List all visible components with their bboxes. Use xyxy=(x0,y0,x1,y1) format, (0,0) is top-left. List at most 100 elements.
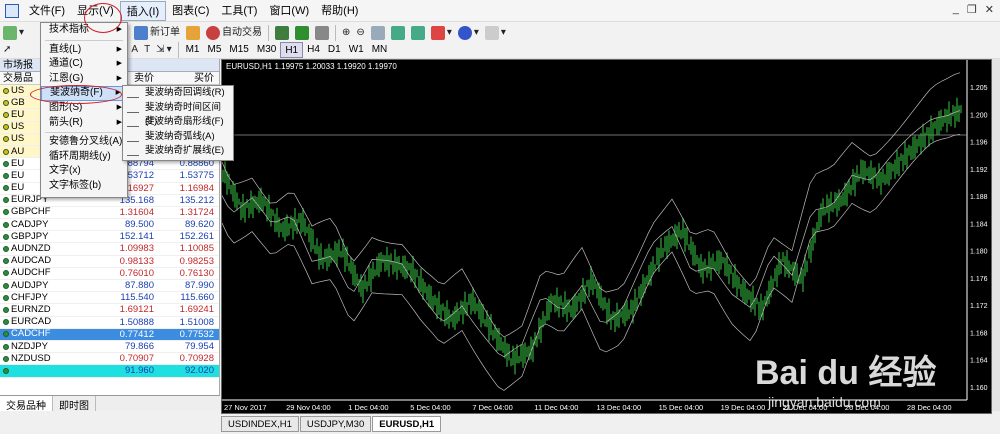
timeframe-d1[interactable]: D1 xyxy=(324,42,345,58)
insert-menu-item[interactable]: 文字标签(b) xyxy=(41,179,127,194)
zoom-in-button[interactable]: ⊕ xyxy=(339,24,353,42)
timeframe-mn[interactable]: MN xyxy=(368,42,392,58)
symbol-text: US xyxy=(11,84,25,96)
timeframe-h4[interactable]: H4 xyxy=(303,42,324,58)
insert-menu-item[interactable]: 通道(C) ▶ xyxy=(41,57,127,72)
market-row[interactable]: AUDCAD 0.98133 0.98253 xyxy=(0,255,219,268)
fib-submenu-item[interactable]: 斐波纳奇回调线(R) xyxy=(123,86,233,101)
chart-tabs: USDINDEX,H1 USDJPY,M30 EURUSD,H1 xyxy=(221,416,442,432)
market-row[interactable]: AUDNZD 1.09983 1.10085 xyxy=(0,243,219,256)
market-row[interactable]: CADJPY 89.500 89.620 xyxy=(0,218,219,232)
chart-tab-usdjpy[interactable]: USDJPY,M30 xyxy=(299,416,372,432)
insert-menu-item[interactable]: 直线(L) ▶ xyxy=(41,43,127,58)
menu-chart[interactable]: 图表(C) xyxy=(166,1,215,21)
menu-tools[interactable]: 工具(T) xyxy=(215,1,263,21)
insert-menu-item[interactable]: 循环周期线(y) xyxy=(41,150,127,165)
market-row-symbol: GBPCHF xyxy=(0,206,96,218)
symbol-status-icon xyxy=(3,221,9,228)
tab-symbols[interactable]: 交易品种 xyxy=(0,396,53,412)
periods-button[interactable]: ▾ xyxy=(455,24,482,42)
symbol-text: CADJPY xyxy=(11,218,49,230)
new-chart-button[interactable]: ▾ xyxy=(0,24,27,42)
market-row[interactable]: NZDJPY 79.866 79.954 xyxy=(0,341,219,354)
menubar: 文件(F) 显示(V) 插入(I) 图表(C) 工具(T) 窗口(W) 帮助(H… xyxy=(0,0,1000,22)
tile-button[interactable] xyxy=(368,24,388,42)
meta-editor-button[interactable] xyxy=(183,24,203,42)
candle-chart-button[interactable] xyxy=(292,24,312,42)
tab-tick-chart[interactable]: 即时图 xyxy=(53,396,96,412)
shift-button[interactable] xyxy=(408,24,428,42)
autoscroll-button[interactable] xyxy=(388,24,408,42)
text-label-button[interactable]: T xyxy=(141,41,153,59)
symbol-status-icon xyxy=(3,319,9,326)
market-row[interactable]: GBPJPY 152.141 152.261 xyxy=(0,231,219,244)
indicators-button[interactable]: ▾ xyxy=(428,24,455,42)
menu-help[interactable]: 帮助(H) xyxy=(315,1,364,21)
symbol-status-icon xyxy=(3,367,9,374)
date-tick-label: 28 Dec 04:00 xyxy=(907,403,952,412)
menu-window[interactable]: 窗口(W) xyxy=(263,1,315,21)
tile-icon xyxy=(370,25,385,40)
market-row-ask: 1.16984 xyxy=(179,182,214,194)
market-row-ask: 1.10085 xyxy=(179,243,214,255)
timeframe-m15[interactable]: M15 xyxy=(225,42,252,58)
symbol-text: GB xyxy=(11,96,25,108)
chart-tab-eurusd[interactable]: EURUSD,H1 xyxy=(372,416,442,432)
price-tick-label: 1.164 xyxy=(970,358,988,365)
text-label: A xyxy=(131,43,139,55)
bar-chart-button[interactable] xyxy=(272,24,292,42)
symbol-status-icon xyxy=(3,282,9,289)
timeframe-m1[interactable]: M1 xyxy=(182,42,204,58)
market-row[interactable]: GBPCHF 1.31604 1.31724 xyxy=(0,206,219,220)
market-row-bid: 115.540 xyxy=(120,292,154,304)
timeframe-m30[interactable]: M30 xyxy=(253,42,280,58)
market-row-bid: 1.31604 xyxy=(119,206,154,218)
symbol-status-icon xyxy=(3,111,9,118)
minimize-icon[interactable]: _ xyxy=(953,3,959,16)
auto-trade-button[interactable]: 自动交易 xyxy=(203,24,265,42)
market-row[interactable]: CADCHF 0.77412 0.77532 xyxy=(0,328,219,341)
close-icon[interactable]: ✕ xyxy=(985,3,994,16)
market-row-symbol: NZDUSD xyxy=(0,353,96,364)
market-row[interactable]: AUDCHF 0.76010 0.76130 xyxy=(0,267,219,280)
templates-button[interactable]: ▾ xyxy=(482,24,509,42)
insert-menu-item[interactable]: 文字(x) xyxy=(41,164,127,179)
fib-submenu-item[interactable]: 斐波纳奇弧线(A) xyxy=(123,130,233,145)
market-row[interactable]: EURNZD 1.69121 1.69241 xyxy=(0,304,219,317)
market-row-bid: 1.69121 xyxy=(119,304,154,316)
text-button[interactable]: A xyxy=(128,41,141,59)
menu-insert[interactable]: 插入(I) xyxy=(119,0,167,21)
insert-menu-item[interactable]: 安德鲁分叉线(A) xyxy=(41,135,127,150)
menu-file[interactable]: 文件(F) xyxy=(23,1,71,21)
market-row[interactable]: 91.960 92.020 xyxy=(0,365,219,378)
insert-menu-item[interactable]: 箭头(R) ▶ xyxy=(41,116,127,131)
price-tick-label: 1.205 xyxy=(970,85,988,92)
timeframe-w1[interactable]: W1 xyxy=(345,42,368,58)
clock-icon xyxy=(457,25,472,40)
timeframe-h1[interactable]: H1 xyxy=(280,41,304,58)
restore-icon[interactable]: ❐ xyxy=(967,3,977,16)
market-row[interactable]: AUDJPY 87.880 87.990 xyxy=(0,280,219,293)
price-tick-label: 1.184 xyxy=(970,221,988,228)
vertical-scrollbar[interactable] xyxy=(992,59,1000,411)
chart-tab-usdindex[interactable]: USDINDEX,H1 xyxy=(221,416,299,432)
line-chart-button[interactable] xyxy=(312,24,332,42)
zoom-out-button[interactable]: ⊖ xyxy=(353,24,367,42)
bollinger-band-line xyxy=(222,72,961,338)
cursor-button[interactable]: ➚ xyxy=(0,41,14,59)
arrow-icon: ⇲ xyxy=(156,43,165,55)
fib-submenu-item[interactable]: 斐波纳奇扩展线(E) xyxy=(123,144,233,159)
symbol-text: GBPCHF xyxy=(11,206,51,218)
col-ask[interactable]: 买价 xyxy=(158,72,218,84)
timeframe-m5[interactable]: M5 xyxy=(204,42,226,58)
fib-submenu-item[interactable]: 斐波纳奇扇形线(F) xyxy=(123,115,233,130)
market-row[interactable]: CHFJPY 115.540 115.660 xyxy=(0,292,219,305)
new-order-button[interactable]: 新订单 xyxy=(131,24,183,42)
arrows-button[interactable]: ⇲ ▾ xyxy=(153,41,174,59)
market-row-ask: 0.98253 xyxy=(179,255,214,267)
symbol-status-icon xyxy=(3,331,9,338)
price-tick-label: 1.188 xyxy=(970,194,988,201)
market-row[interactable]: EURCAD 1.50888 1.51008 xyxy=(0,316,219,329)
fib-submenu-item[interactable]: 斐波纳奇时间区间(T) xyxy=(123,101,233,127)
market-row[interactable]: NZDUSD 0.70907 0.70928 xyxy=(0,353,219,366)
